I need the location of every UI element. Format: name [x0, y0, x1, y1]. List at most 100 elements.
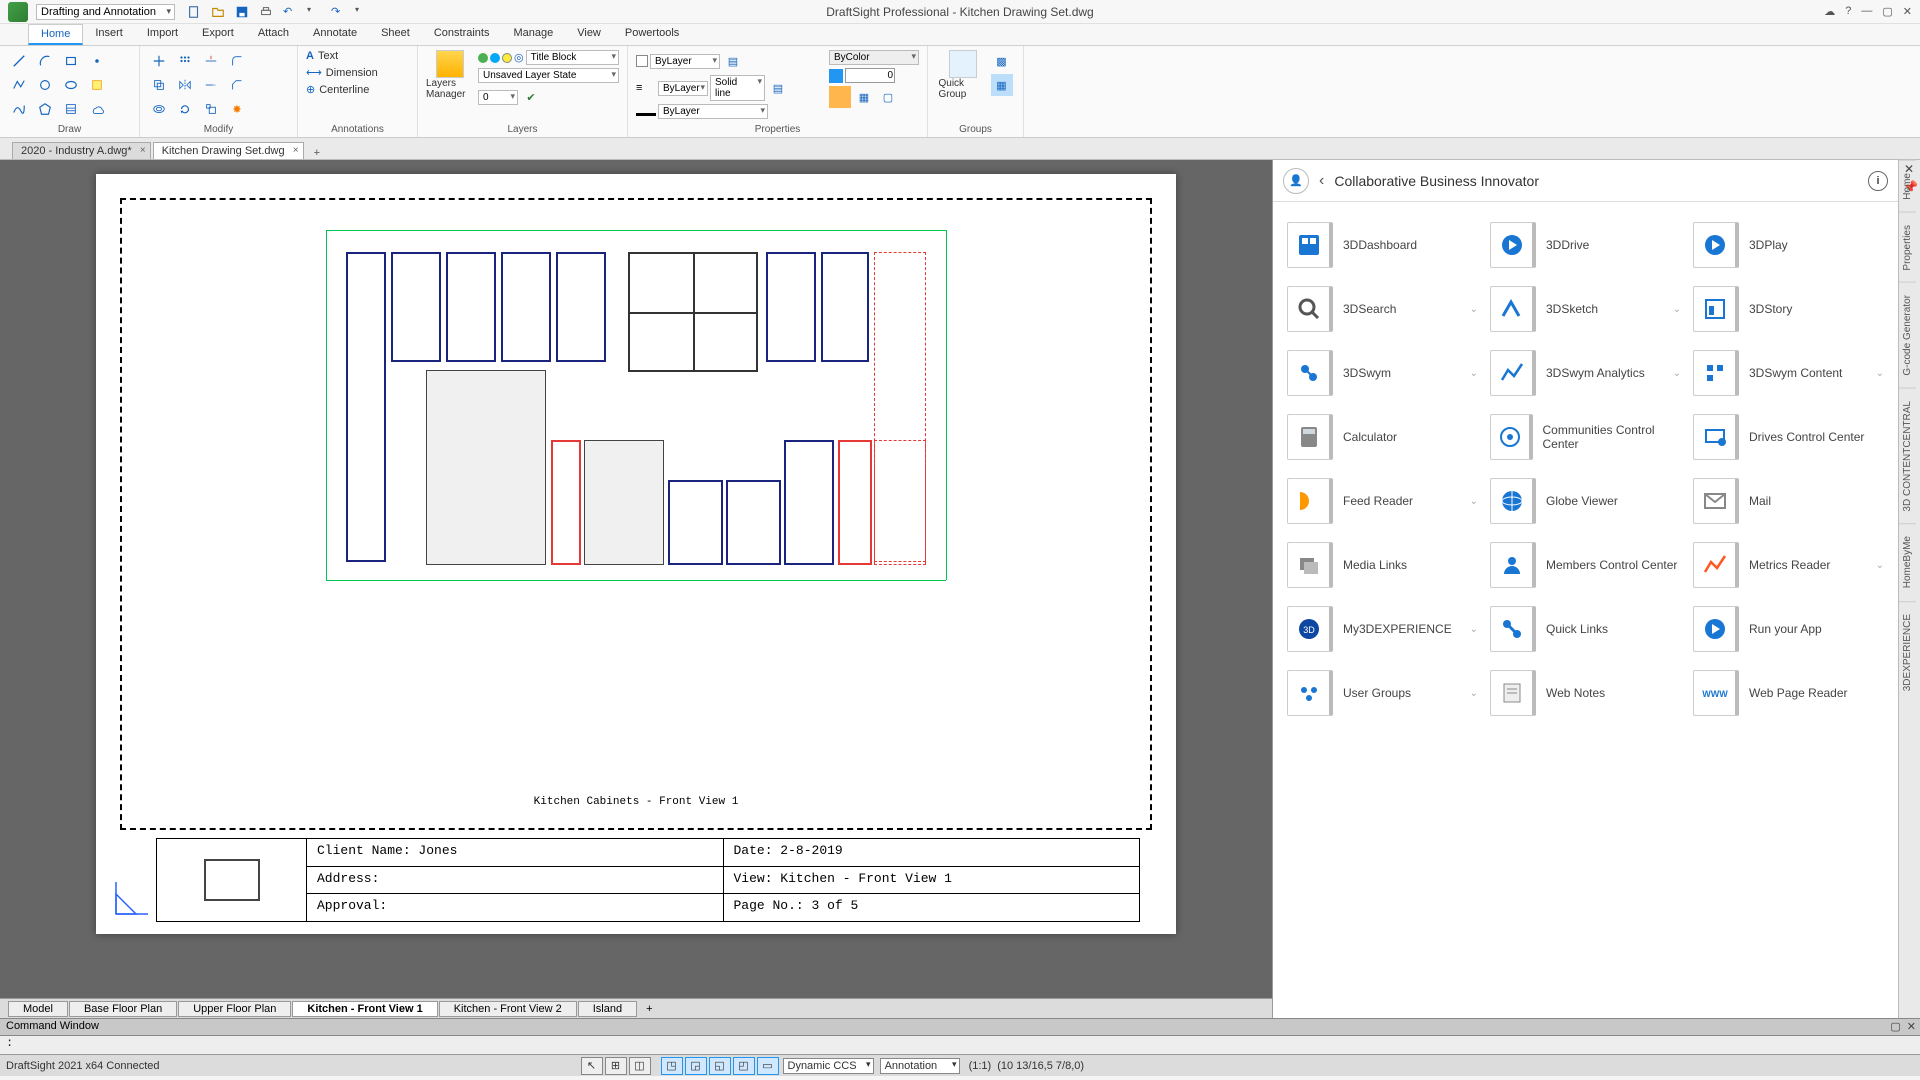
new-icon[interactable] — [187, 5, 201, 19]
linestyle-dropdown[interactable]: Solid line — [710, 75, 765, 101]
quick-group[interactable]: Quick Group — [939, 50, 987, 100]
app-globe-viewer[interactable]: Globe Viewer — [1490, 478, 1681, 524]
sheet-tab[interactable]: Island — [578, 1001, 637, 1017]
tab-home[interactable]: Home — [28, 24, 83, 45]
app-3ddashboard[interactable]: 3DDashboard — [1287, 222, 1478, 268]
file-tab-close-icon[interactable]: × — [140, 145, 146, 156]
back-icon[interactable]: ‹ — [1319, 172, 1324, 190]
sheet-tab[interactable]: Upper Floor Plan — [178, 1001, 291, 1017]
lineweight-dropdown[interactable]: ByLayer — [658, 104, 768, 119]
sheet-tab[interactable]: Kitchen - Front View 1 — [292, 1001, 437, 1017]
layers-manager[interactable]: Layers Manager — [426, 50, 474, 100]
polygon-tool[interactable] — [34, 98, 56, 120]
chevron-down-icon[interactable]: ⌄ — [1673, 304, 1681, 315]
print-icon[interactable] — [259, 5, 273, 19]
app-3dsketch[interactable]: 3DSketch⌄ — [1490, 286, 1681, 332]
sb-snap[interactable]: ◫ — [629, 1057, 651, 1075]
info-icon[interactable]: i — [1868, 171, 1888, 191]
tab-view[interactable]: View — [565, 24, 613, 45]
sb-grid[interactable]: ⊞ — [605, 1057, 627, 1075]
move-tool[interactable] — [148, 50, 170, 72]
undo-icon[interactable]: ↶ — [283, 5, 297, 19]
sb-otrack[interactable]: ◰ — [733, 1057, 755, 1075]
sb-osnap[interactable]: ◱ — [709, 1057, 731, 1075]
spline-tool[interactable] — [8, 98, 30, 120]
chamfer-tool[interactable] — [226, 74, 248, 96]
app-media-links[interactable]: Media Links — [1287, 542, 1478, 588]
tab-manage[interactable]: Manage — [501, 24, 565, 45]
workspace-dropdown[interactable]: Drafting and Annotation — [36, 4, 175, 20]
tab-annotate[interactable]: Annotate — [301, 24, 369, 45]
add-file-tab[interactable]: + — [306, 147, 328, 159]
prop-icon-3[interactable]: ▢ — [877, 86, 899, 108]
app-3dswym-analytics[interactable]: 3DSwym Analytics⌄ — [1490, 350, 1681, 396]
layer-state-dropdown[interactable]: Unsaved Layer State — [478, 68, 619, 83]
app-quick-links[interactable]: Quick Links — [1490, 606, 1681, 652]
ccs-dropdown[interactable]: Dynamic CCS — [783, 1058, 874, 1074]
tab-constraints[interactable]: Constraints — [422, 24, 502, 45]
chevron-down-icon[interactable]: ⌄ — [1470, 368, 1478, 379]
app-web-page-reader[interactable]: WWWWeb Page Reader — [1693, 670, 1884, 716]
app-calculator[interactable]: Calculator — [1287, 414, 1478, 460]
scale-tool[interactable] — [200, 98, 222, 120]
app-drives-control-center[interactable]: Drives Control Center — [1693, 414, 1884, 460]
rail-g-code-generator[interactable]: G-code Generator — [1899, 282, 1916, 388]
tab-sheet[interactable]: Sheet — [369, 24, 422, 45]
app-3dswym-content[interactable]: 3DSwym Content⌄ — [1693, 350, 1884, 396]
tab-insert[interactable]: Insert — [83, 24, 135, 45]
transparency-input[interactable] — [845, 68, 895, 83]
rectangle-tool[interactable] — [60, 50, 82, 72]
linetype-dropdown[interactable]: ByLayer — [658, 81, 708, 96]
sheet-tab[interactable]: Kitchen - Front View 2 — [439, 1001, 577, 1017]
tab-powertools[interactable]: Powertools — [613, 24, 691, 45]
prop-icon-2[interactable]: ▦ — [853, 86, 875, 108]
rail-homebyme[interactable]: HomeByMe — [1899, 523, 1916, 600]
explode-tool[interactable]: ✸ — [226, 98, 248, 120]
extend-tool[interactable] — [200, 74, 222, 96]
chevron-down-icon[interactable]: ⌄ — [1876, 560, 1884, 571]
tab-import[interactable]: Import — [135, 24, 190, 45]
copy-tool[interactable] — [148, 74, 170, 96]
linetype-panel-icon[interactable]: ▤ — [767, 77, 789, 99]
app-members-control-center[interactable]: Members Control Center — [1490, 542, 1681, 588]
sb-ortho[interactable]: ◳ — [661, 1057, 683, 1075]
file-tab[interactable]: Kitchen Drawing Set.dwg× — [153, 142, 304, 159]
undo-dropdown[interactable]: ▾ — [307, 5, 321, 19]
trim-tool[interactable] — [200, 50, 222, 72]
app-web-notes[interactable]: Web Notes — [1490, 670, 1681, 716]
sb-cursor[interactable]: ↖ — [581, 1057, 603, 1075]
redo-dropdown[interactable]: ▾ — [355, 5, 369, 19]
open-icon[interactable] — [211, 5, 225, 19]
color-dropdown[interactable]: ByLayer — [650, 54, 720, 69]
centerline-tool[interactable]: ⊕Centerline — [306, 83, 378, 96]
app-run-your-app[interactable]: Run your App — [1693, 606, 1884, 652]
add-sheet-tab[interactable]: + — [638, 1003, 660, 1015]
polyline-tool[interactable] — [8, 74, 30, 96]
annotation-scale-dropdown[interactable]: Annotation — [880, 1058, 960, 1074]
sheet-tab[interactable]: Base Floor Plan — [69, 1001, 177, 1017]
cmd-close-icon[interactable]: ✕ — [1907, 1020, 1916, 1033]
app-user-groups[interactable]: User Groups⌄ — [1287, 670, 1478, 716]
layer-apply[interactable]: ✔ — [520, 86, 542, 108]
chevron-down-icon[interactable]: ⌄ — [1470, 624, 1478, 635]
app-3dswym[interactable]: 3DSwym⌄ — [1287, 350, 1478, 396]
app-mail[interactable]: Mail — [1693, 478, 1884, 524]
close-icon[interactable]: ✕ — [1903, 5, 1912, 18]
chevron-down-icon[interactable]: ⌄ — [1470, 688, 1478, 699]
cloud-icon[interactable]: ☁ — [1824, 5, 1835, 18]
chevron-down-icon[interactable]: ⌄ — [1470, 496, 1478, 507]
tab-export[interactable]: Export — [190, 24, 246, 45]
rail-3d-contentcentral[interactable]: 3D CONTENTCENTRAL — [1899, 388, 1916, 524]
point-tool[interactable] — [86, 50, 108, 72]
chevron-down-icon[interactable]: ⌄ — [1876, 368, 1884, 379]
chevron-down-icon[interactable]: ⌄ — [1673, 368, 1681, 379]
circle-tool[interactable] — [34, 74, 56, 96]
sb-polar[interactable]: ◲ — [685, 1057, 707, 1075]
cmd-restore-icon[interactable]: ▢ — [1890, 1020, 1900, 1033]
minimize-icon[interactable]: — — [1861, 5, 1872, 18]
file-tab-close-icon[interactable]: × — [293, 145, 299, 156]
command-line[interactable]: : — [0, 1036, 1920, 1054]
text-tool[interactable]: AText — [306, 50, 378, 62]
region-tool[interactable] — [86, 74, 108, 96]
tab-attach[interactable]: Attach — [246, 24, 301, 45]
